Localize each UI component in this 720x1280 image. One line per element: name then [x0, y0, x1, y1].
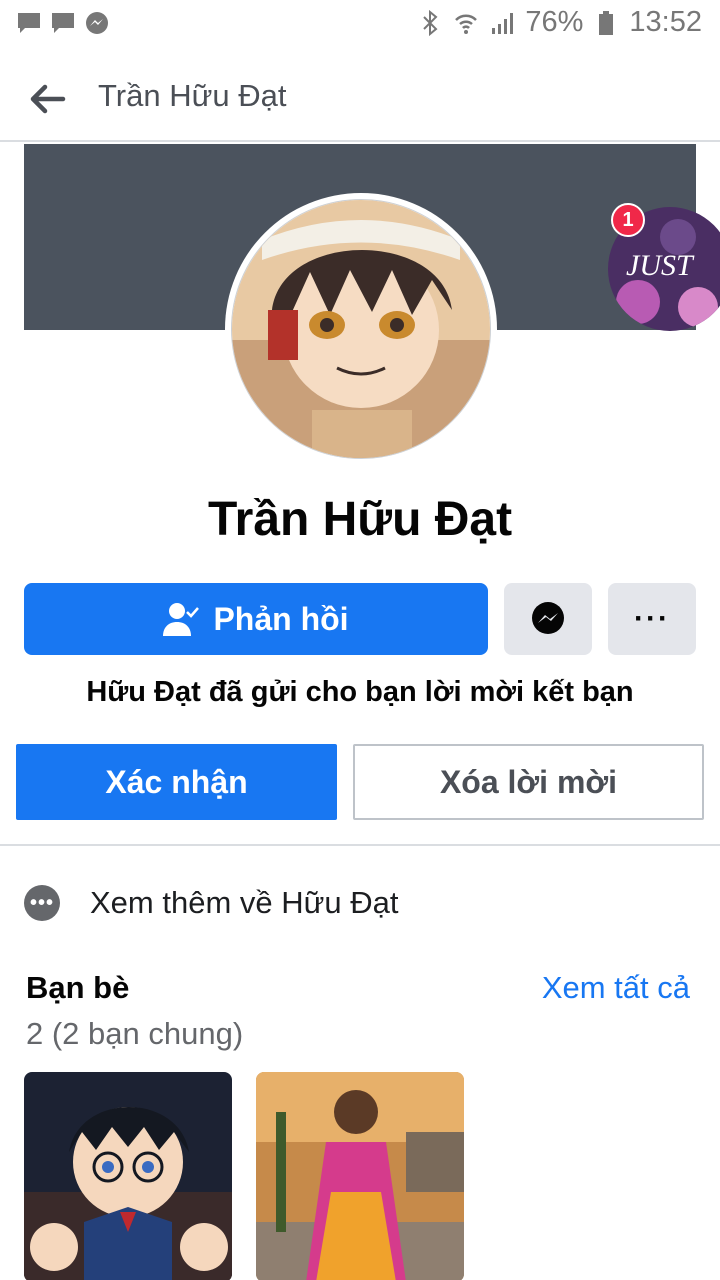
delete-request-button[interactable]: Xóa lời mời	[353, 744, 704, 820]
friends-count: 2 (2 bạn chung)	[26, 1016, 244, 1051]
bluetooth-icon	[417, 9, 443, 36]
battery-icon	[593, 10, 619, 36]
chat-notification-icon	[50, 10, 76, 36]
see-more-label: Xem thêm về Hữu Đạt	[90, 885, 399, 920]
see-more-about-row[interactable]: ••• Xem thêm về Hữu Đạt	[24, 878, 398, 928]
chat-head-text: JUST	[626, 249, 695, 282]
page-title: Trần Hữu Đạt	[98, 78, 287, 113]
avatar	[231, 199, 491, 459]
friends-section-title: Bạn bè	[26, 970, 130, 1005]
wifi-icon	[453, 10, 479, 36]
back-button[interactable]	[24, 76, 70, 122]
message-button[interactable]	[504, 583, 592, 655]
messenger-notification-icon	[84, 10, 110, 36]
battery-percent: 76%	[525, 6, 584, 38]
more-options-button[interactable]: ···	[608, 583, 696, 655]
signal-icon	[489, 10, 515, 36]
more-info-icon: •••	[24, 885, 60, 921]
confirm-request-button[interactable]: Xác nhận	[16, 744, 337, 820]
delete-button-label: Xóa lời mời	[439, 763, 618, 800]
top-app-bar: Trần Hữu Đạt	[0, 52, 720, 142]
respond-button-label: Phản hồi	[213, 600, 349, 637]
chat-notification-icon	[16, 10, 42, 36]
friend-photo[interactable]	[24, 1072, 232, 1280]
confirm-button-label: Xác nhận	[105, 763, 248, 800]
clock: 13:52	[629, 6, 702, 38]
respond-button[interactable]: Phản hồi	[24, 583, 488, 655]
status-bar: 76% 13:52	[0, 0, 720, 50]
section-divider	[0, 844, 720, 846]
user-check-icon	[163, 603, 200, 636]
notification-badge: 1	[611, 203, 645, 237]
notification-icons	[16, 10, 110, 36]
friend-request-message: Hữu Đạt đã gửi cho bạn lời mời kết bạn	[86, 676, 634, 708]
profile-name: Trần Hữu Đạt	[207, 493, 513, 546]
profile-picture[interactable]	[225, 193, 497, 465]
friend-photo[interactable]	[256, 1072, 464, 1280]
messenger-icon	[532, 602, 564, 634]
arrow-left-icon	[30, 84, 66, 114]
more-dots-icon: ···	[634, 602, 670, 635]
see-all-friends-link[interactable]: Xem tất cả	[542, 970, 690, 1006]
system-status: 76% 13:52	[417, 6, 702, 39]
